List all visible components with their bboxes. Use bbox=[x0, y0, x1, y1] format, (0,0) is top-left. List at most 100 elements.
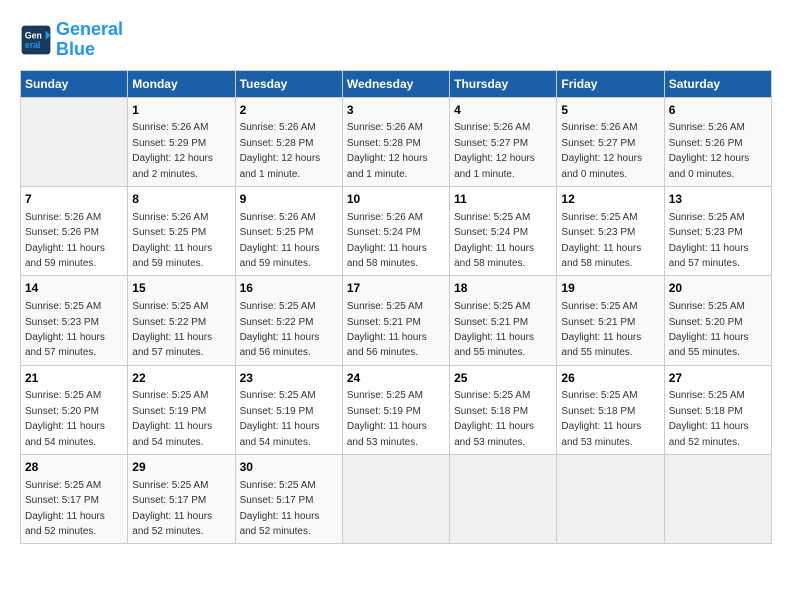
calendar-cell bbox=[450, 455, 557, 544]
day-header: Monday bbox=[128, 70, 235, 97]
calendar-header: SundayMondayTuesdayWednesdayThursdayFrid… bbox=[21, 70, 772, 97]
calendar-row: 21 Sunrise: 5:25 AM Sunset: 5:20 PM Dayl… bbox=[21, 365, 772, 454]
logo-icon: Gen eral bbox=[20, 24, 52, 56]
calendar-cell: 17 Sunrise: 5:25 AM Sunset: 5:21 PM Dayl… bbox=[342, 276, 449, 365]
calendar-cell: 22 Sunrise: 5:25 AM Sunset: 5:19 PM Dayl… bbox=[128, 365, 235, 454]
calendar-cell: 30 Sunrise: 5:25 AM Sunset: 5:17 PM Dayl… bbox=[235, 455, 342, 544]
day-number: 17 bbox=[347, 280, 445, 297]
calendar-cell: 12 Sunrise: 5:25 AM Sunset: 5:23 PM Dayl… bbox=[557, 186, 664, 275]
calendar-cell: 18 Sunrise: 5:25 AM Sunset: 5:21 PM Dayl… bbox=[450, 276, 557, 365]
calendar-cell: 20 Sunrise: 5:25 AM Sunset: 5:20 PM Dayl… bbox=[664, 276, 771, 365]
day-info: Sunrise: 5:25 AM Sunset: 5:19 PM Dayligh… bbox=[132, 390, 212, 447]
calendar-row: 1 Sunrise: 5:26 AM Sunset: 5:29 PM Dayli… bbox=[21, 97, 772, 186]
calendar-cell: 14 Sunrise: 5:25 AM Sunset: 5:23 PM Dayl… bbox=[21, 276, 128, 365]
calendar-cell: 2 Sunrise: 5:26 AM Sunset: 5:28 PM Dayli… bbox=[235, 97, 342, 186]
calendar-cell bbox=[664, 455, 771, 544]
day-info: Sunrise: 5:26 AM Sunset: 5:26 PM Dayligh… bbox=[669, 122, 750, 179]
day-number: 25 bbox=[454, 370, 552, 387]
day-info: Sunrise: 5:25 AM Sunset: 5:21 PM Dayligh… bbox=[347, 301, 427, 358]
calendar-cell: 9 Sunrise: 5:26 AM Sunset: 5:25 PM Dayli… bbox=[235, 186, 342, 275]
calendar-cell: 13 Sunrise: 5:25 AM Sunset: 5:23 PM Dayl… bbox=[664, 186, 771, 275]
calendar-table: SundayMondayTuesdayWednesdayThursdayFrid… bbox=[20, 70, 772, 545]
calendar-cell bbox=[557, 455, 664, 544]
day-info: Sunrise: 5:25 AM Sunset: 5:20 PM Dayligh… bbox=[25, 390, 105, 447]
svg-text:eral: eral bbox=[25, 40, 41, 50]
day-info: Sunrise: 5:25 AM Sunset: 5:23 PM Dayligh… bbox=[25, 301, 105, 358]
day-header: Saturday bbox=[664, 70, 771, 97]
calendar-row: 14 Sunrise: 5:25 AM Sunset: 5:23 PM Dayl… bbox=[21, 276, 772, 365]
day-info: Sunrise: 5:26 AM Sunset: 5:27 PM Dayligh… bbox=[454, 122, 535, 179]
calendar-cell: 1 Sunrise: 5:26 AM Sunset: 5:29 PM Dayli… bbox=[128, 97, 235, 186]
day-info: Sunrise: 5:25 AM Sunset: 5:18 PM Dayligh… bbox=[561, 390, 641, 447]
day-number: 23 bbox=[240, 370, 338, 387]
day-header: Friday bbox=[557, 70, 664, 97]
day-info: Sunrise: 5:25 AM Sunset: 5:19 PM Dayligh… bbox=[240, 390, 320, 447]
day-info: Sunrise: 5:25 AM Sunset: 5:17 PM Dayligh… bbox=[132, 480, 212, 537]
calendar-cell: 7 Sunrise: 5:26 AM Sunset: 5:26 PM Dayli… bbox=[21, 186, 128, 275]
day-header: Thursday bbox=[450, 70, 557, 97]
day-header: Tuesday bbox=[235, 70, 342, 97]
header-row: SundayMondayTuesdayWednesdayThursdayFrid… bbox=[21, 70, 772, 97]
calendar-row: 28 Sunrise: 5:25 AM Sunset: 5:17 PM Dayl… bbox=[21, 455, 772, 544]
calendar-cell: 5 Sunrise: 5:26 AM Sunset: 5:27 PM Dayli… bbox=[557, 97, 664, 186]
day-number: 2 bbox=[240, 102, 338, 119]
calendar-cell: 16 Sunrise: 5:25 AM Sunset: 5:22 PM Dayl… bbox=[235, 276, 342, 365]
logo: Gen eral GeneralBlue bbox=[20, 20, 123, 60]
day-number: 29 bbox=[132, 459, 230, 476]
day-info: Sunrise: 5:26 AM Sunset: 5:27 PM Dayligh… bbox=[561, 122, 642, 179]
day-number: 8 bbox=[132, 191, 230, 208]
calendar-cell: 19 Sunrise: 5:25 AM Sunset: 5:21 PM Dayl… bbox=[557, 276, 664, 365]
day-number: 15 bbox=[132, 280, 230, 297]
day-number: 30 bbox=[240, 459, 338, 476]
calendar-cell: 3 Sunrise: 5:26 AM Sunset: 5:28 PM Dayli… bbox=[342, 97, 449, 186]
day-info: Sunrise: 5:25 AM Sunset: 5:19 PM Dayligh… bbox=[347, 390, 427, 447]
day-number: 7 bbox=[25, 191, 123, 208]
calendar-body: 1 Sunrise: 5:26 AM Sunset: 5:29 PM Dayli… bbox=[21, 97, 772, 544]
day-info: Sunrise: 5:26 AM Sunset: 5:25 PM Dayligh… bbox=[240, 212, 320, 269]
calendar-cell: 6 Sunrise: 5:26 AM Sunset: 5:26 PM Dayli… bbox=[664, 97, 771, 186]
day-header: Sunday bbox=[21, 70, 128, 97]
calendar-cell bbox=[342, 455, 449, 544]
day-number: 27 bbox=[669, 370, 767, 387]
day-number: 10 bbox=[347, 191, 445, 208]
day-number: 22 bbox=[132, 370, 230, 387]
day-info: Sunrise: 5:25 AM Sunset: 5:21 PM Dayligh… bbox=[561, 301, 641, 358]
day-number: 5 bbox=[561, 102, 659, 119]
calendar-cell: 27 Sunrise: 5:25 AM Sunset: 5:18 PM Dayl… bbox=[664, 365, 771, 454]
day-header: Wednesday bbox=[342, 70, 449, 97]
day-info: Sunrise: 5:26 AM Sunset: 5:26 PM Dayligh… bbox=[25, 212, 105, 269]
calendar-cell: 24 Sunrise: 5:25 AM Sunset: 5:19 PM Dayl… bbox=[342, 365, 449, 454]
day-info: Sunrise: 5:26 AM Sunset: 5:28 PM Dayligh… bbox=[347, 122, 428, 179]
day-info: Sunrise: 5:26 AM Sunset: 5:28 PM Dayligh… bbox=[240, 122, 321, 179]
day-number: 16 bbox=[240, 280, 338, 297]
day-number: 11 bbox=[454, 191, 552, 208]
day-number: 9 bbox=[240, 191, 338, 208]
calendar-cell: 15 Sunrise: 5:25 AM Sunset: 5:22 PM Dayl… bbox=[128, 276, 235, 365]
calendar-cell: 11 Sunrise: 5:25 AM Sunset: 5:24 PM Dayl… bbox=[450, 186, 557, 275]
logo-name: GeneralBlue bbox=[56, 20, 123, 60]
page-header: Gen eral GeneralBlue bbox=[20, 20, 772, 60]
calendar-cell: 8 Sunrise: 5:26 AM Sunset: 5:25 PM Dayli… bbox=[128, 186, 235, 275]
day-number: 14 bbox=[25, 280, 123, 297]
day-number: 4 bbox=[454, 102, 552, 119]
day-number: 28 bbox=[25, 459, 123, 476]
day-info: Sunrise: 5:25 AM Sunset: 5:22 PM Dayligh… bbox=[240, 301, 320, 358]
calendar-cell: 23 Sunrise: 5:25 AM Sunset: 5:19 PM Dayl… bbox=[235, 365, 342, 454]
day-number: 13 bbox=[669, 191, 767, 208]
calendar-cell: 28 Sunrise: 5:25 AM Sunset: 5:17 PM Dayl… bbox=[21, 455, 128, 544]
day-info: Sunrise: 5:26 AM Sunset: 5:24 PM Dayligh… bbox=[347, 212, 427, 269]
day-number: 21 bbox=[25, 370, 123, 387]
day-info: Sunrise: 5:25 AM Sunset: 5:24 PM Dayligh… bbox=[454, 212, 534, 269]
calendar-cell: 4 Sunrise: 5:26 AM Sunset: 5:27 PM Dayli… bbox=[450, 97, 557, 186]
day-info: Sunrise: 5:25 AM Sunset: 5:23 PM Dayligh… bbox=[561, 212, 641, 269]
day-info: Sunrise: 5:26 AM Sunset: 5:25 PM Dayligh… bbox=[132, 212, 212, 269]
day-info: Sunrise: 5:25 AM Sunset: 5:22 PM Dayligh… bbox=[132, 301, 212, 358]
day-info: Sunrise: 5:25 AM Sunset: 5:20 PM Dayligh… bbox=[669, 301, 749, 358]
calendar-row: 7 Sunrise: 5:26 AM Sunset: 5:26 PM Dayli… bbox=[21, 186, 772, 275]
day-number: 12 bbox=[561, 191, 659, 208]
day-info: Sunrise: 5:25 AM Sunset: 5:18 PM Dayligh… bbox=[669, 390, 749, 447]
day-info: Sunrise: 5:25 AM Sunset: 5:23 PM Dayligh… bbox=[669, 212, 749, 269]
day-number: 6 bbox=[669, 102, 767, 119]
calendar-cell: 26 Sunrise: 5:25 AM Sunset: 5:18 PM Dayl… bbox=[557, 365, 664, 454]
day-info: Sunrise: 5:25 AM Sunset: 5:17 PM Dayligh… bbox=[25, 480, 105, 537]
